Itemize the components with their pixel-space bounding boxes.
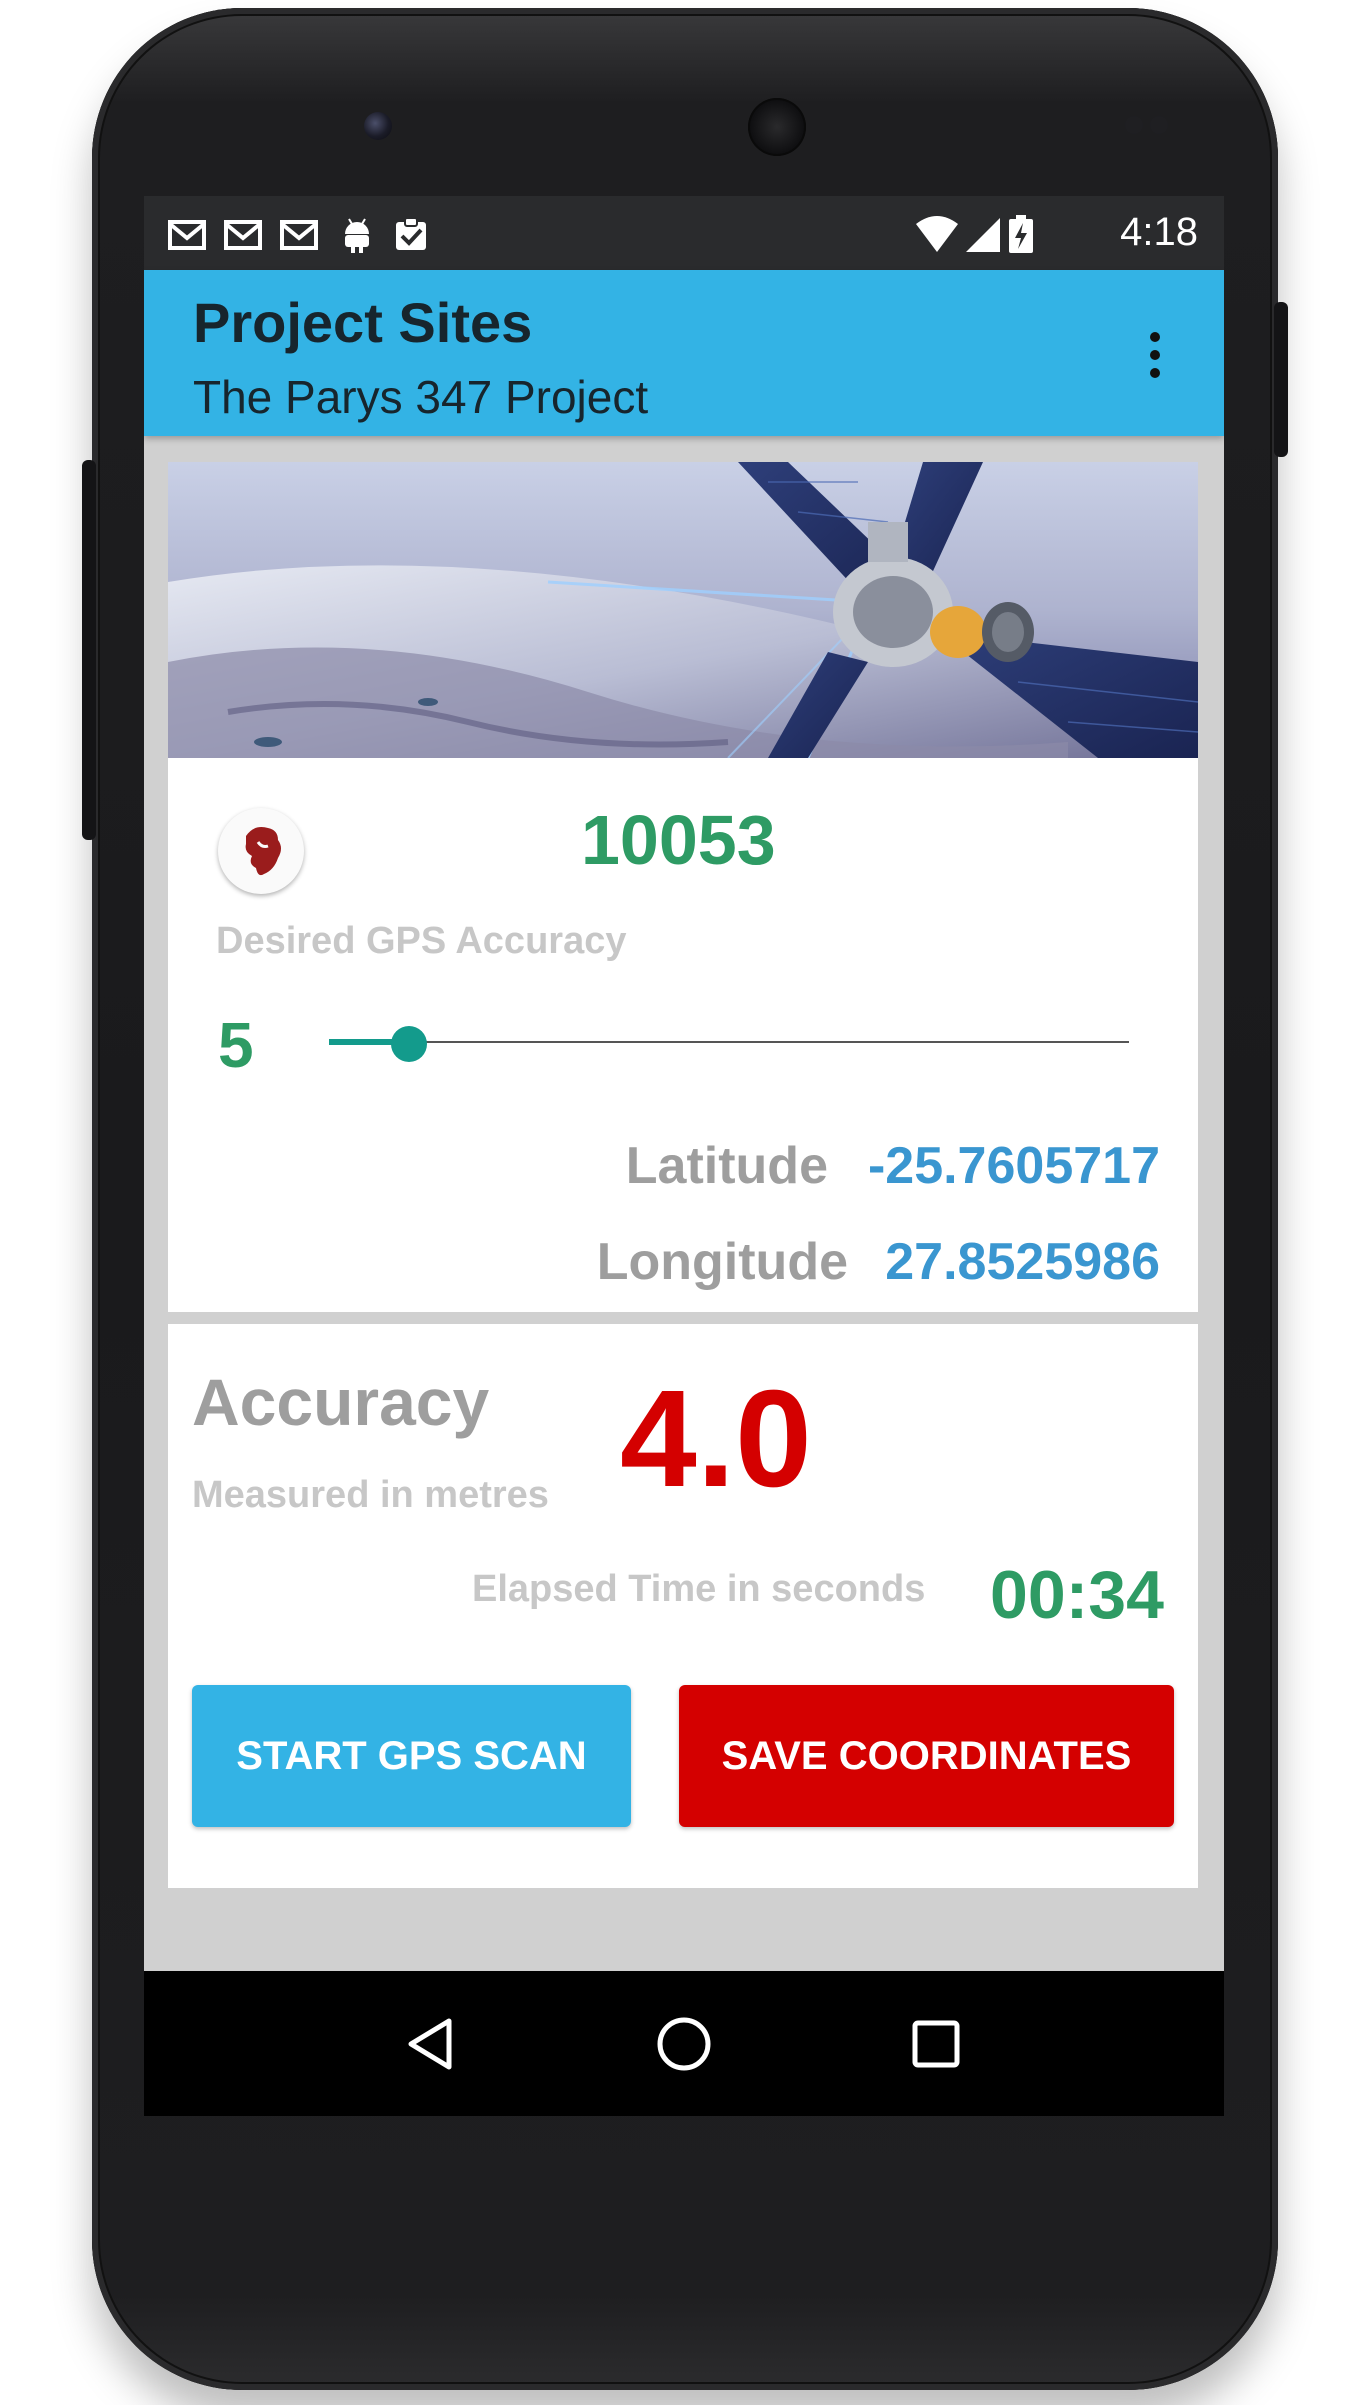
gmail-icon	[224, 220, 262, 250]
desired-accuracy-value: 5	[218, 1009, 254, 1081]
clipboard-check-icon	[396, 217, 426, 250]
accuracy-value: 4.0	[620, 1362, 812, 1516]
battery-charging-icon	[1009, 215, 1033, 253]
gmail-icon	[280, 220, 318, 250]
status-bar: 4:18	[144, 196, 1224, 270]
slider-track	[329, 1041, 1129, 1043]
gmail-icon	[168, 220, 206, 250]
navigation-bar	[144, 1971, 1224, 2116]
africa-logo	[218, 808, 304, 894]
accuracy-slider[interactable]	[329, 1018, 1129, 1068]
proximity-sensor	[1125, 116, 1143, 134]
back-icon[interactable]	[397, 2009, 467, 2079]
accuracy-unit-label: Measured in metres	[192, 1474, 549, 1516]
desired-accuracy-label: Desired GPS Accuracy	[216, 920, 627, 962]
start-gps-scan-button[interactable]: START GPS SCAN	[192, 1685, 631, 1827]
latitude-value: -25.7605717	[867, 1137, 1160, 1195]
app-title: Project Sites	[193, 291, 533, 354]
longitude-value: 27.8525986	[885, 1233, 1160, 1291]
longitude-label: Longitude	[596, 1233, 848, 1291]
wifi-icon	[916, 216, 958, 252]
elapsed-time-label: Elapsed Time in seconds	[472, 1568, 926, 1610]
front-camera	[364, 112, 392, 140]
recents-icon[interactable]	[901, 2009, 971, 2079]
site-id: 10053	[581, 801, 776, 879]
slider-thumb[interactable]	[391, 1026, 427, 1062]
satellite-hero-image	[168, 462, 1198, 758]
android-icon	[345, 218, 369, 253]
gps-card: 10053 Desired GPS Accuracy 5 Latitude -2…	[168, 462, 1198, 1312]
volume-button	[82, 460, 96, 840]
home-icon[interactable]	[649, 2009, 719, 2079]
status-time: 4:18	[1120, 210, 1198, 254]
accuracy-title: Accuracy	[192, 1365, 490, 1439]
save-coordinates-button[interactable]: SAVE COORDINATES	[679, 1685, 1174, 1827]
elapsed-time-value: 00:34	[990, 1557, 1164, 1633]
screen: 4:18 Project Sites The Parys 347 Project	[144, 196, 1224, 2116]
latitude-label: Latitude	[625, 1137, 828, 1195]
power-button	[1274, 302, 1288, 457]
app-subtitle: The Parys 347 Project	[193, 371, 649, 423]
africa-map-icon	[245, 827, 281, 876]
earpiece-speaker	[748, 98, 806, 156]
light-sensor	[1150, 116, 1168, 134]
accuracy-card: Accuracy Measured in metres 4.0 Elapsed …	[168, 1324, 1198, 1888]
app-bar: Project Sites The Parys 347 Project	[144, 270, 1224, 436]
cell-signal-icon	[966, 218, 1000, 252]
more-vert-icon[interactable]	[1134, 320, 1174, 390]
